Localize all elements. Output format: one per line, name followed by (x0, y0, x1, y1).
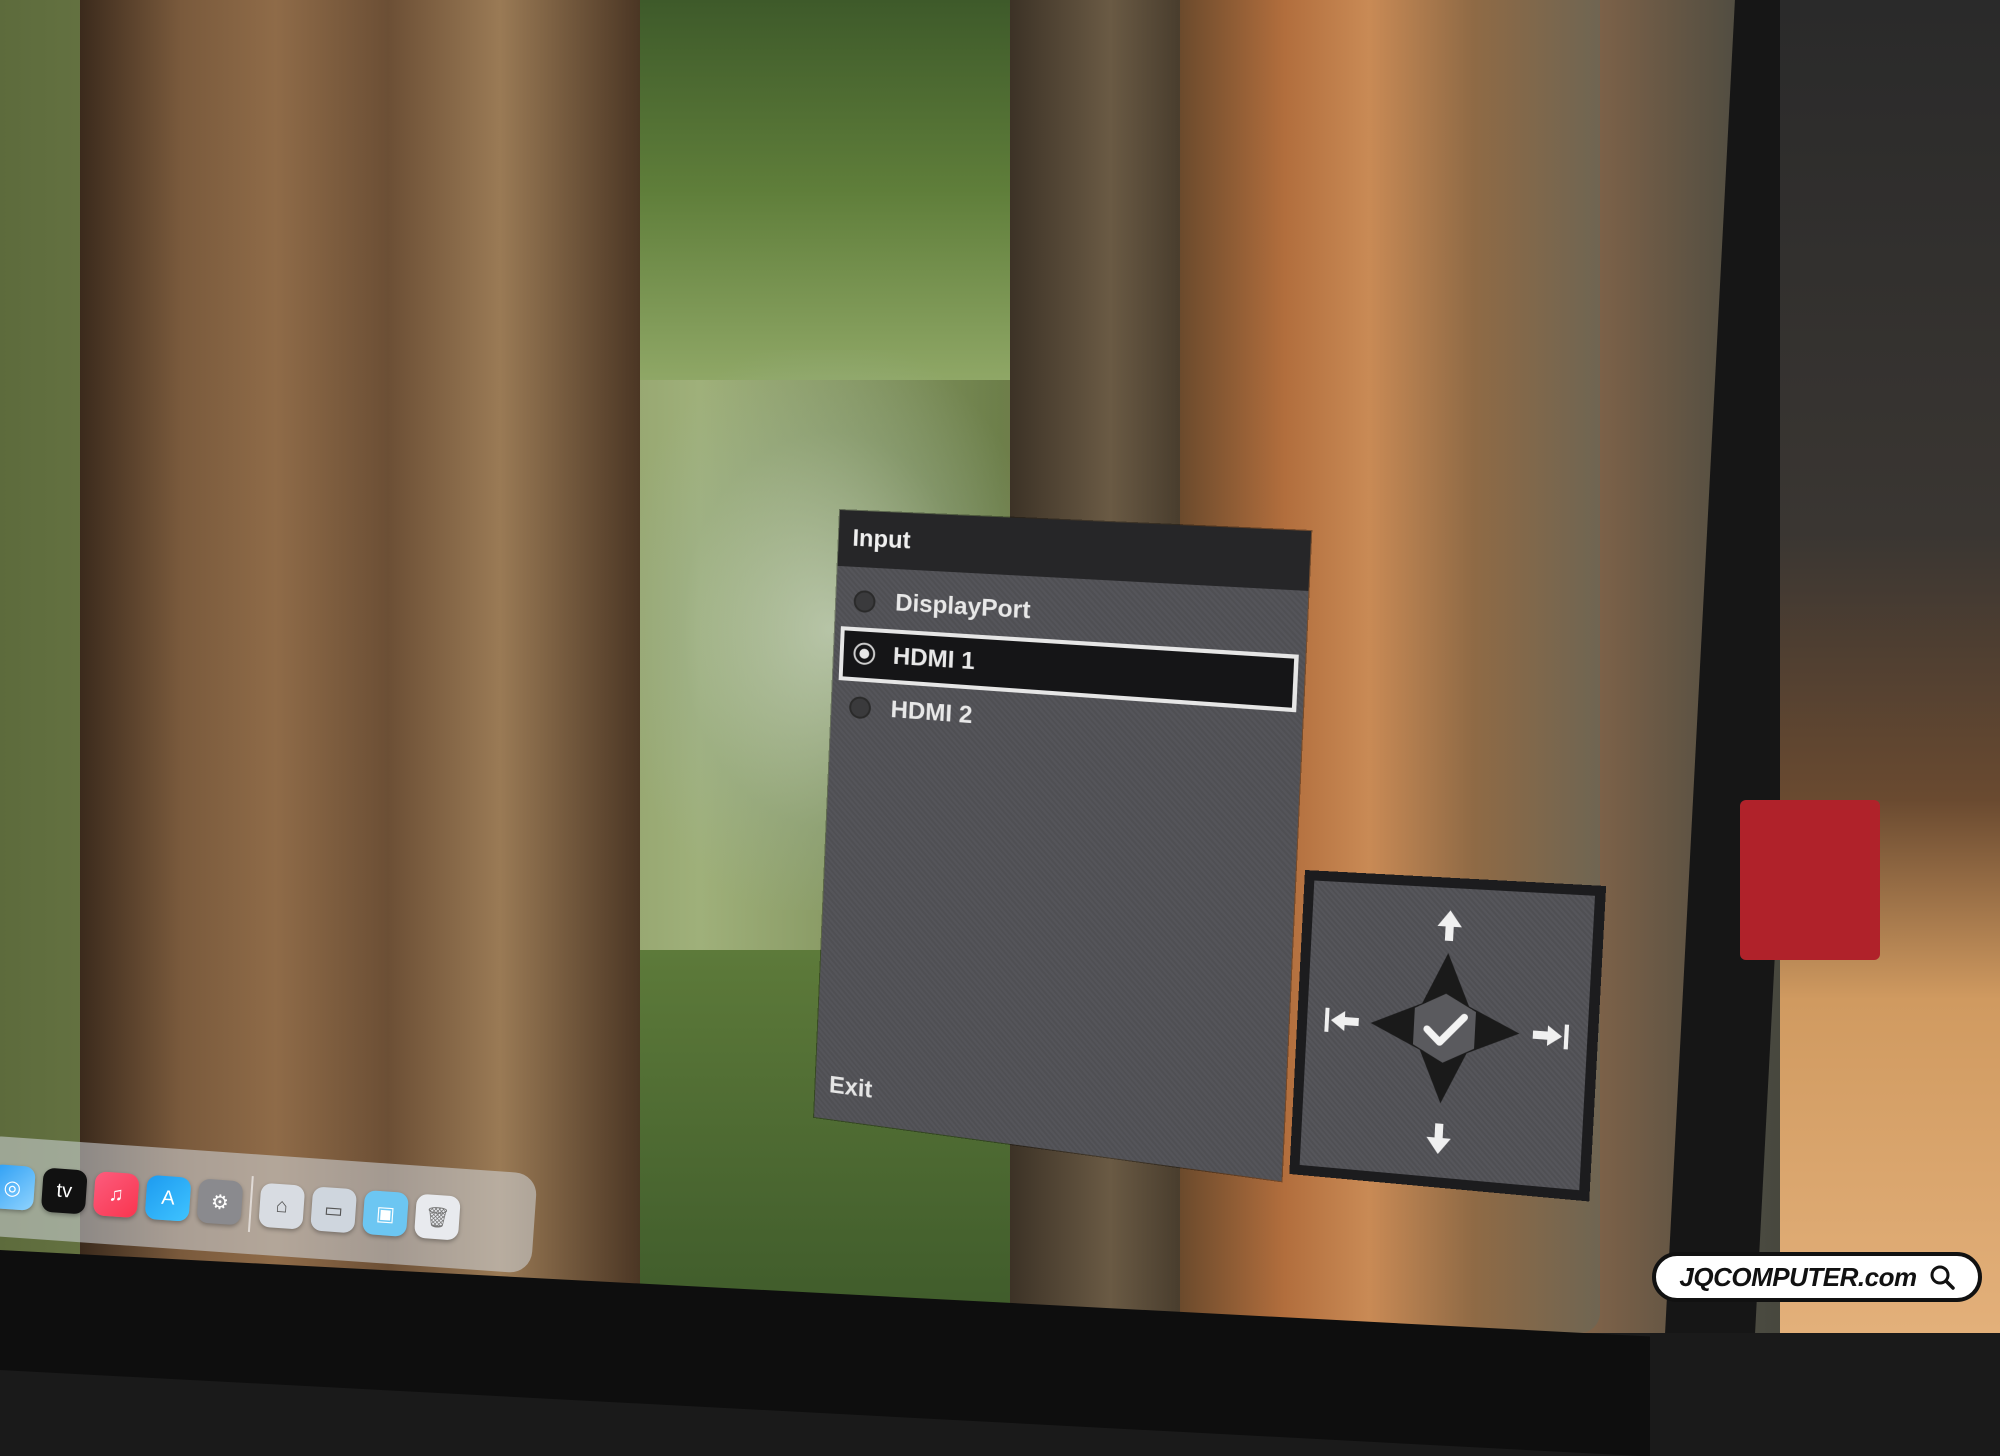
tree-trunk-left (80, 0, 640, 1333)
desk-background (1780, 0, 2000, 1333)
watermark: JQCOMPUTER.com (1652, 1252, 1982, 1302)
radio-button[interactable] (848, 695, 872, 720)
option-label: DisplayPort (894, 589, 1032, 625)
trash-icon[interactable]: 🗑 (413, 1193, 461, 1241)
watermark-text: JQCOMPUTER.com (1679, 1261, 1917, 1292)
right-arrow-icon (1532, 1024, 1570, 1050)
red-object (1740, 800, 1880, 960)
option-label: HDMI 1 (892, 642, 976, 676)
exit-button[interactable]: Exit (829, 1071, 873, 1105)
finder-icon[interactable]: ⌂ (258, 1182, 306, 1230)
option-label: HDMI 2 (890, 695, 973, 730)
joystick-graphic (1324, 909, 1570, 1156)
safari-icon[interactable]: ◎ (0, 1163, 36, 1211)
joystick-center (1366, 948, 1524, 1110)
preview-icon[interactable]: ▭ (310, 1186, 358, 1234)
search-icon (1929, 1264, 1955, 1290)
app-store-icon[interactable]: A (144, 1174, 192, 1222)
osd-title: Input (851, 524, 912, 555)
left-arrow-icon (1324, 1007, 1360, 1033)
down-arrow-icon (1425, 1122, 1452, 1156)
osd-input-menu: Input DisplayPort HDMI 1 HDMI 2 Exit (814, 510, 1312, 1182)
system-settings-icon[interactable]: ⚙ (196, 1178, 244, 1226)
radio-button-selected[interactable] (853, 642, 876, 666)
apple-tv-icon[interactable]: tv (40, 1167, 88, 1215)
dock-separator (247, 1176, 254, 1233)
music-icon[interactable]: ♫ (92, 1171, 140, 1219)
joystick-guide (1289, 870, 1607, 1202)
folder-icon[interactable]: ▣ (362, 1189, 409, 1237)
up-arrow-icon (1436, 909, 1463, 942)
radio-button[interactable] (853, 589, 876, 614)
forest-foliage (620, 0, 1040, 380)
